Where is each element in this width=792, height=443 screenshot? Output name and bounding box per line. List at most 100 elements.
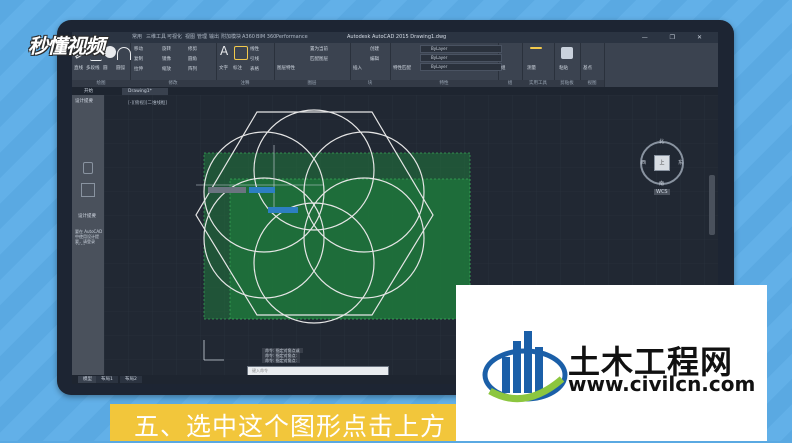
insert-block-button[interactable]: 插入	[353, 65, 362, 71]
dyn-input-prompt	[208, 187, 246, 193]
match-properties-button[interactable]: 特性匹配	[393, 65, 411, 71]
arc-icon[interactable]	[117, 47, 131, 60]
viewcube-east[interactable]: 东	[678, 159, 683, 166]
ribbon-tab-bim360[interactable]: BIM 360	[256, 32, 276, 43]
ribbon-group-label: 组	[498, 80, 522, 87]
move-tool[interactable]: 移动	[134, 46, 143, 52]
wcs-menu[interactable]: WCS	[654, 189, 670, 195]
leader-tool[interactable]: 引线	[250, 56, 259, 62]
ribbon-tab-visual[interactable]: 可视化	[167, 32, 182, 43]
table-tool[interactable]: 表格	[250, 66, 259, 72]
ribbon-group-label: 修改	[130, 80, 216, 87]
window-controls[interactable]: — ❐ ✕	[642, 32, 712, 43]
lock-icon	[83, 162, 93, 174]
title-bar: 常用 三维工具 可视化 视图 管理 输出 附加模块 A360 BIM 360 P…	[72, 32, 718, 43]
paste-icon[interactable]	[561, 47, 573, 59]
overlay-logo-card: 土木工程网 www.civilcn.com	[456, 285, 767, 441]
text-tool-label[interactable]: 文字	[219, 65, 228, 71]
tab-layout1[interactable]: 布局1	[96, 376, 118, 383]
paste-button[interactable]: 粘贴	[559, 65, 568, 71]
circle-icon[interactable]	[104, 46, 116, 58]
ribbon-group-properties: 特性匹配 ByLayer ByLayer ByLayer 特性	[390, 43, 502, 87]
ribbon-group-clipboard: 粘贴 剪贴板	[554, 43, 581, 87]
ribbon-group-group: 组 组	[498, 43, 523, 87]
ribbon-group-view: 基点 视图	[580, 43, 605, 87]
ribbon-tab-manage[interactable]: 管理	[197, 32, 207, 43]
lineweight-dropdown[interactable]: ByLayer	[420, 63, 502, 71]
palette-message: 要在 AutoCAD 中使用设计提要，请登录 A360。	[75, 229, 103, 245]
viewcube-south[interactable]: 南	[659, 180, 664, 187]
tab-start[interactable]: 开始	[78, 88, 99, 95]
draw-line-label[interactable]: 直线	[74, 65, 83, 71]
ribbon-group-label: 视图	[580, 80, 604, 87]
stretch-tool[interactable]: 拉伸	[134, 66, 143, 72]
ribbon-tab-a360[interactable]: A360	[242, 32, 255, 43]
viewcube-face[interactable]: 上	[654, 155, 670, 171]
dyn-input-y[interactable]	[268, 207, 298, 213]
match-layer-button[interactable]: 匹配图层	[310, 56, 328, 62]
window-title: Autodesk AutoCAD 2015 Drawing1.dwg	[347, 34, 447, 40]
mirror-tool[interactable]: 镜像	[162, 56, 171, 62]
copy-tool[interactable]: 复制	[134, 56, 143, 62]
group-button[interactable]: 组	[501, 65, 506, 71]
ribbon-group-layers: 图层特性 置为当前 匹配图层 图层	[274, 43, 351, 87]
ribbon-group-block: 插入 创建 编辑 块	[350, 43, 391, 87]
measure-icon[interactable]	[530, 47, 542, 49]
vertical-scrollbar[interactable]	[709, 175, 715, 235]
civilcn-logo-icon	[482, 331, 568, 403]
linetype-dropdown[interactable]: ByLayer	[420, 54, 502, 62]
measure-button[interactable]: 测量	[527, 65, 536, 71]
logo-url-text: www.civilcn.com	[568, 372, 756, 396]
set-current-layer-button[interactable]: 置为当前	[310, 46, 328, 52]
palette-heading: 设计提要	[78, 214, 96, 219]
trim-tool[interactable]: 修剪	[188, 46, 197, 52]
ribbon-group-label: 特性	[390, 80, 498, 87]
ribbon-group-label: 绘图	[72, 80, 130, 87]
palette-title: 设计提要	[75, 99, 93, 104]
color-dropdown[interactable]: ByLayer	[420, 45, 502, 53]
draw-circle-label[interactable]: 圆	[103, 65, 108, 71]
tab-layout2[interactable]: 布局2	[120, 376, 142, 383]
ribbon-group-annotate: A 文字 标注 线性 引线 表格 注释	[216, 43, 275, 87]
ribbon-group-label: 图层	[274, 80, 350, 87]
feed-icon	[81, 183, 95, 197]
ribbon-tab-home[interactable]: 常用	[132, 32, 142, 43]
ribbon-group-label: 块	[350, 80, 390, 87]
ribbon-group-label: 实用工具	[522, 80, 554, 87]
viewcube-north[interactable]: 北	[659, 138, 664, 145]
draw-polyline-label[interactable]: 多段线	[86, 65, 100, 71]
caption-bar: 五、选中这个图形点击上方	[110, 404, 456, 441]
dimension-tool-label[interactable]: 标注	[233, 65, 242, 71]
fillet-tool[interactable]: 圆角	[188, 56, 197, 62]
tab-drawing1[interactable]: Drawing1*	[122, 88, 168, 95]
dimension-icon[interactable]	[234, 46, 248, 60]
linear-tool[interactable]: 线性	[250, 46, 259, 52]
dyn-input-x[interactable]	[249, 187, 275, 193]
ribbon-group-utilities: 测量 实用工具	[522, 43, 555, 87]
ribbon-tab-addins[interactable]: 附加模块	[221, 32, 241, 43]
layer-properties-button[interactable]: 图层特性	[277, 65, 295, 71]
viewcube-west[interactable]: 西	[641, 159, 646, 166]
text-icon[interactable]: A	[220, 45, 232, 57]
draw-arc-label[interactable]: 圆弧	[116, 65, 125, 71]
tab-model[interactable]: 模型	[78, 376, 97, 383]
scale-tool[interactable]: 缩放	[162, 66, 171, 72]
rotate-tool[interactable]: 旋转	[162, 46, 171, 52]
design-feed-palette: 设计提要 设计提要 要在 AutoCAD 中使用设计提要，请登录 A360。	[72, 95, 104, 375]
command-input[interactable]: 键入命令	[248, 368, 268, 373]
ribbon: 直线 多段线 圆 圆弧 绘图 移动 旋转 修剪 复制 镜像 圆角 拉伸 缩放 阵…	[72, 43, 718, 88]
ribbon-group-label: 注释	[216, 80, 274, 87]
ribbon-tab-output[interactable]: 输出	[209, 32, 219, 43]
ribbon-tab-view[interactable]: 视图	[185, 32, 195, 43]
document-tabs: 开始 Drawing1*	[72, 87, 718, 95]
create-block-button[interactable]: 创建	[370, 46, 379, 52]
edit-block-button[interactable]: 编辑	[370, 56, 379, 62]
ribbon-group-label: 剪贴板	[554, 80, 580, 87]
brand-watermark: 秒懂视频	[28, 34, 105, 58]
ribbon-tab-3d[interactable]: 三维工具	[146, 32, 166, 43]
array-tool[interactable]: 阵列	[188, 66, 197, 72]
caption-text: 五、选中这个图形点击上方	[134, 412, 447, 441]
ribbon-tab-performance[interactable]: Performance	[276, 32, 308, 43]
command-history-line: 命令: 指定对角点:	[262, 358, 300, 363]
base-view-button[interactable]: 基点	[583, 65, 592, 71]
